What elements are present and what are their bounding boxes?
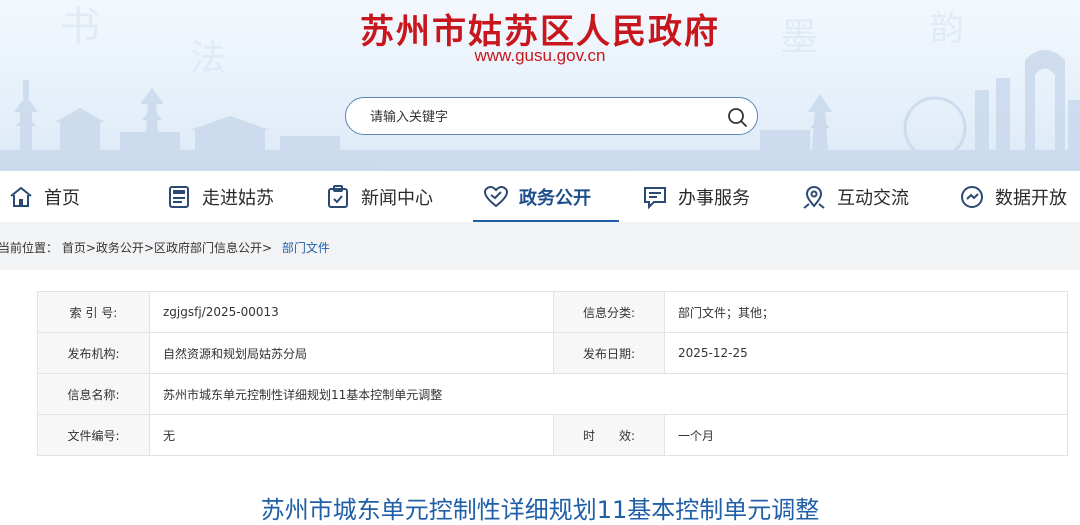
index-label: 索 引 号: — [37, 291, 150, 333]
breadcrumb-link-gov-affairs[interactable]: 政务公开 — [96, 241, 144, 255]
clipboard-icon — [328, 185, 348, 208]
publisher-value: 自然资源和规划局姑苏分局 — [149, 332, 554, 374]
nav-item-about[interactable]: 走进姑苏 — [166, 171, 274, 223]
breadcrumb-bar: 当前位置： 首页>政务公开>区政府部门信息公开> 部门文件 — [0, 222, 1080, 270]
news-card-icon — [169, 186, 189, 208]
gauge-icon — [961, 186, 983, 208]
search-box[interactable] — [345, 97, 758, 135]
heart-icon — [483, 185, 509, 208]
nav-item-open-data[interactable]: 数据开放 — [959, 171, 1067, 223]
docno-value: 无 — [149, 414, 554, 456]
main-nav: 首页 走进姑苏 新闻中心 政务公开 办事服务 互动交流 数据开放 — [0, 170, 1080, 223]
nav-item-home[interactable]: 首页 — [8, 171, 80, 223]
nav-item-news[interactable]: 新闻中心 — [325, 171, 433, 223]
breadcrumb-separator: > — [85, 241, 96, 255]
validity-label: 时 效: — [553, 414, 665, 456]
nav-label: 政务公开 — [519, 188, 591, 209]
nav-label: 办事服务 — [678, 188, 750, 209]
table-row: 索 引 号: zgjgsfj/2025-00013 信息分类: 部门文件；其他； — [37, 291, 1068, 333]
nav-label: 新闻中心 — [361, 188, 433, 209]
publisher-label: 发布机构: — [37, 332, 150, 374]
info-table: 索 引 号: zgjgsfj/2025-00013 信息分类: 部门文件；其他；… — [37, 291, 1068, 456]
nav-label: 数据开放 — [995, 188, 1067, 209]
date-label: 发布日期: — [553, 332, 665, 374]
nav-item-services[interactable]: 办事服务 — [642, 171, 750, 223]
breadcrumb-current[interactable]: 部门文件 — [282, 241, 330, 255]
search-icon[interactable] — [725, 105, 749, 129]
nav-item-interaction[interactable]: 互动交流 — [801, 171, 909, 223]
nav-item-gov-affairs[interactable]: 政务公开 — [473, 171, 619, 223]
breadcrumb-prefix: 当前位置： — [0, 241, 59, 255]
nav-label: 互动交流 — [837, 188, 909, 209]
breadcrumb-link-home[interactable]: 首页 — [62, 241, 86, 255]
breadcrumb: 当前位置： 首页>政务公开>区政府部门信息公开> 部门文件 — [0, 239, 330, 256]
breadcrumb-separator: > — [262, 241, 273, 255]
docno-label: 文件编号: — [37, 414, 150, 456]
validity-value: 一个月 — [664, 414, 1068, 456]
category-label: 信息分类: — [553, 291, 665, 333]
name-label: 信息名称: — [37, 373, 150, 415]
chat-icon — [644, 187, 666, 210]
table-row: 文件编号: 无 时 效: 一个月 — [37, 414, 1068, 456]
date-value: 2025-12-25 — [664, 332, 1068, 374]
search-input[interactable] — [368, 105, 702, 129]
name-value: 苏州市城东单元控制性详细规划11基本控制单元调整 — [149, 373, 1068, 415]
nav-label: 走进姑苏 — [202, 188, 274, 209]
home-icon — [10, 186, 32, 207]
site-url: www.gusu.gov.cn — [474, 46, 606, 65]
table-row: 发布机构: 自然资源和规划局姑苏分局 发布日期: 2025-12-25 — [37, 332, 1068, 374]
map-pin-icon — [803, 185, 825, 209]
index-value: zgjgsfj/2025-00013 — [149, 291, 554, 333]
nav-label: 首页 — [44, 188, 80, 209]
category-value: 部门文件；其他； — [664, 291, 1068, 333]
site-header: 书 法 墨 韵 苏州市姑苏区人民政府 www.gusu.gov.cn — [0, 0, 1080, 170]
breadcrumb-link-dept-info[interactable]: 区政府部门信息公开 — [154, 241, 262, 255]
table-row: 信息名称: 苏州市城东单元控制性详细规划11基本控制单元调整 — [37, 373, 1068, 415]
breadcrumb-separator: > — [143, 241, 154, 255]
